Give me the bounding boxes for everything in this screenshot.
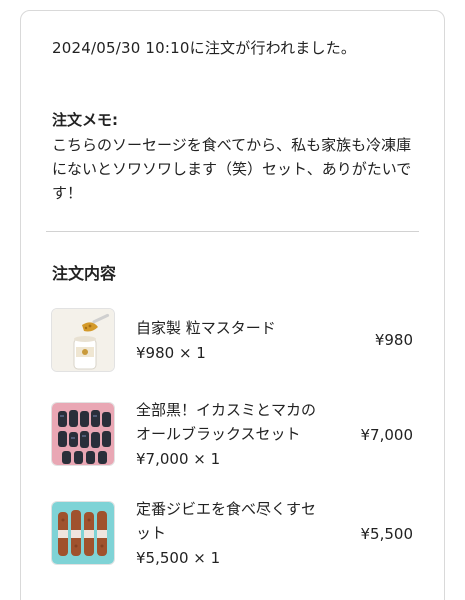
- memo-body: こちらのソーセージを食べてから、私も家族も冷凍庫にないとソワソワします（笑）セッ…: [52, 136, 412, 202]
- item-name: 全部黒！イカスミとマカのオールブラックスセット: [136, 401, 317, 443]
- item-name: 自家製 粒マスタード: [136, 319, 276, 337]
- item-price: ¥980: [374, 331, 413, 349]
- item-name: 定番ジビエを食べ尽くすセット: [136, 500, 317, 542]
- item-price: ¥5,500: [360, 525, 414, 543]
- order-contents-title: 注文内容: [52, 264, 117, 283]
- gibier-sausage-image[interactable]: [51, 501, 115, 565]
- item-quantity: ¥7,000 × 1: [136, 450, 221, 468]
- item-price: ¥7,000: [360, 426, 414, 444]
- divider: [46, 231, 419, 232]
- black-sausage-image[interactable]: [51, 402, 115, 466]
- memo-title: 注文メモ:: [52, 111, 118, 129]
- order-datetime: 2024/05/30 10:10に注文が行われました。: [52, 39, 357, 57]
- item-quantity: ¥980 × 1: [136, 344, 206, 362]
- mustard-jar-image[interactable]: [51, 308, 115, 372]
- item-quantity: ¥5,500 × 1: [136, 549, 221, 567]
